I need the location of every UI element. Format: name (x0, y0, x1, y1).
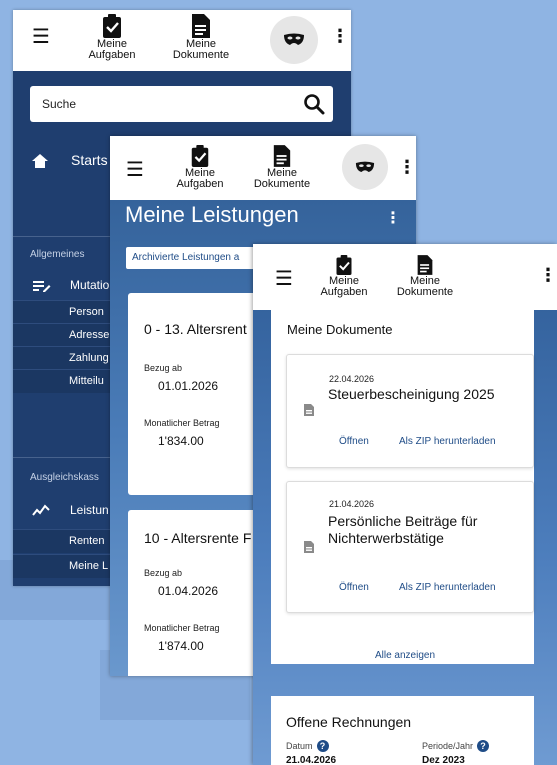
search-icon[interactable] (303, 93, 325, 115)
document-card[interactable]: 22.04.2026 Steuerbescheinigung 2025 Öffn… (286, 354, 534, 468)
edit-list-icon (33, 281, 51, 292)
search-input[interactable]: Suche (30, 86, 333, 122)
benefit-start-label: Bezug ab (144, 568, 183, 578)
home-icon (32, 154, 48, 168)
benefit-start-value: 01.04.2026 (158, 584, 219, 598)
benefit-amount-value: 1'874.00 (158, 639, 204, 653)
open-document-link[interactable]: Öffnen (339, 582, 369, 593)
search-placeholder: Suche (42, 97, 77, 111)
sub-item-label: Adresse (69, 329, 110, 341)
impersonation-mask-button[interactable] (270, 16, 318, 64)
download-zip-link[interactable]: Als ZIP herunterladen (399, 582, 496, 593)
document-name: Steuerbescheinigung 2025 (328, 386, 495, 403)
my-documents-button[interactable]: Meine Dokumente (250, 144, 314, 190)
documents-title: Meine Dokumente (287, 322, 393, 337)
document-icon (273, 145, 291, 167)
my-tasks-label-2: Aufgaben (88, 49, 136, 61)
help-icon[interactable]: ? (477, 740, 490, 752)
my-documents-button[interactable]: Meine Dokumente (169, 13, 233, 61)
open-invoices-title: Offene Rechnungen (286, 714, 412, 730)
file-icon (304, 404, 314, 416)
app-header: ☰ Meine Aufgaben Meine Dokumente ⋮ (13, 10, 351, 71)
my-tasks-label-2: Aufgaben (320, 286, 368, 298)
impersonation-mask-button[interactable] (342, 144, 388, 190)
benefit-title: 0 - 13. Altersrent (144, 321, 247, 337)
sub-item-label: Meine L (69, 560, 109, 572)
section-compensation-fund: Ausgleichskass (30, 472, 99, 483)
invoice-date: 21.04.2026 (286, 755, 337, 765)
nav-item-start[interactable]: Starts (71, 152, 108, 168)
document-date: 22.04.2026 (329, 374, 375, 384)
my-documents-label-2: Dokumente (253, 178, 311, 190)
document-name: Persönliche Beiträge für Nichterwerbstät… (328, 513, 477, 547)
kebab-icon[interactable]: ⋮ (539, 266, 557, 284)
document-icon (417, 255, 433, 275)
document-card[interactable]: 21.04.2026 Persönliche Beiträge für Nich… (286, 481, 534, 613)
benefit-start-label: Bezug ab (144, 363, 183, 373)
sub-item-label: Person (69, 306, 104, 318)
document-name-line: Nichterwerbstätige (328, 530, 444, 546)
file-icon (304, 541, 314, 553)
document-date: 21.04.2026 (329, 499, 375, 509)
app-header: ☰ Meine Aufgaben Meine Dokumente ⋮ (110, 136, 416, 200)
my-documents-button[interactable]: Meine Dokumente (393, 254, 457, 298)
clipboard-check-icon (191, 145, 209, 167)
col-period-header: Periode/Jahr ? (422, 740, 490, 752)
kebab-icon[interactable]: ⋮ (331, 27, 349, 45)
documents-section: Meine Dokumente 22.04.2026 Steuerbeschei… (271, 308, 534, 664)
clipboard-check-icon (336, 255, 352, 275)
archived-benefits-label: Archivierte Leistungen a (132, 252, 240, 263)
sub-item-label: Mitteilu (69, 375, 104, 387)
mask-icon (284, 33, 304, 45)
page-title: Meine Leistungen (125, 202, 299, 227)
hamburger-icon[interactable]: ☰ (275, 269, 293, 289)
nav-item-benefits[interactable]: Leistun (70, 503, 109, 517)
page-kebab-icon[interactable]: ⋮ (385, 208, 401, 228)
invoice-period: Dez 2023 (422, 755, 465, 765)
app-header: ☰ Meine Aufgaben Meine Dokumente ⋮ (253, 244, 557, 310)
sub-item-label: Zahlung (69, 352, 109, 364)
hamburger-icon[interactable]: ☰ (32, 27, 50, 47)
sub-item-label: Renten (69, 535, 105, 547)
document-name-line: Persönliche Beiträge für (328, 513, 478, 529)
open-invoices-section: Offene Rechnungen Datum ? Periode/Jahr ?… (271, 696, 534, 765)
my-documents-label-2: Dokumente (396, 286, 454, 298)
my-tasks-label-2: Aufgaben (176, 178, 224, 190)
section-general: Allgemeines (30, 249, 85, 260)
benefit-amount-label: Monatlicher Betrag (144, 623, 220, 633)
panel-documents: ☰ Meine Aufgaben Meine Dokumente ⋮ Meine… (253, 244, 557, 765)
benefits-chart-icon (32, 504, 50, 516)
benefit-start-value: 01.01.2026 (158, 379, 219, 393)
mask-icon (355, 161, 375, 172)
nav-item-mutations[interactable]: Mutatio (70, 278, 109, 292)
benefit-amount-value: 1'834.00 (158, 434, 204, 448)
hamburger-icon[interactable]: ☰ (126, 160, 144, 180)
open-document-link[interactable]: Öffnen (339, 436, 369, 447)
benefit-amount-label: Monatlicher Betrag (144, 418, 220, 428)
col-date-label: Datum (286, 741, 313, 751)
my-tasks-button[interactable]: Meine Aufgaben (318, 254, 370, 298)
kebab-icon[interactable]: ⋮ (398, 158, 416, 176)
show-all-link[interactable]: Alle anzeigen (253, 650, 557, 661)
my-tasks-button[interactable]: Meine Aufgaben (86, 13, 138, 61)
clipboard-check-icon (103, 14, 121, 38)
col-date-header: Datum ? (286, 740, 329, 752)
my-documents-label-2: Dokumente (172, 49, 230, 61)
help-icon[interactable]: ? (316, 740, 329, 752)
document-name-line: Steuerbescheinigung 2025 (328, 386, 495, 402)
document-icon (192, 14, 210, 38)
my-tasks-button[interactable]: Meine Aufgaben (174, 144, 226, 190)
download-zip-link[interactable]: Als ZIP herunterladen (399, 436, 496, 447)
col-period-label: Periode/Jahr (422, 741, 474, 751)
benefit-title: 10 - Altersrente F (144, 530, 252, 546)
